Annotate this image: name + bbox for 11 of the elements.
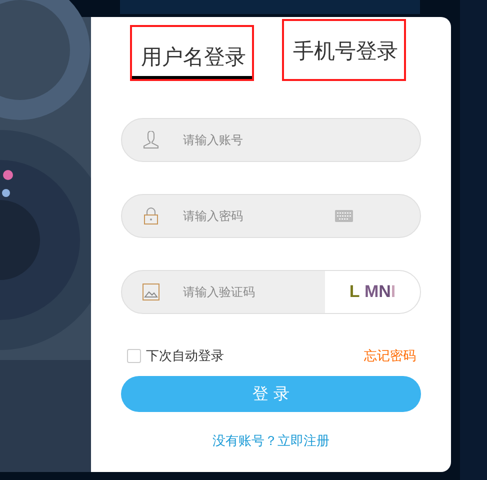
password-field[interactable]: 请输入密码 (181, 208, 325, 224)
user-icon (142, 131, 160, 149)
captcha-field[interactable]: 请输入验证码 (181, 284, 325, 300)
login-tab[interactable]: 手机号登录 (282, 19, 406, 81)
account-field[interactable]: 请输入账号 (181, 132, 325, 148)
captcha-image[interactable]: L MNI (325, 271, 420, 313)
login-tab[interactable]: 用户名登录 (130, 25, 254, 81)
lock-icon (142, 207, 160, 225)
image-icon (142, 283, 160, 301)
remember-checkbox[interactable]: 下次自动登录 (127, 347, 224, 365)
keyboard-icon[interactable] (335, 210, 353, 222)
